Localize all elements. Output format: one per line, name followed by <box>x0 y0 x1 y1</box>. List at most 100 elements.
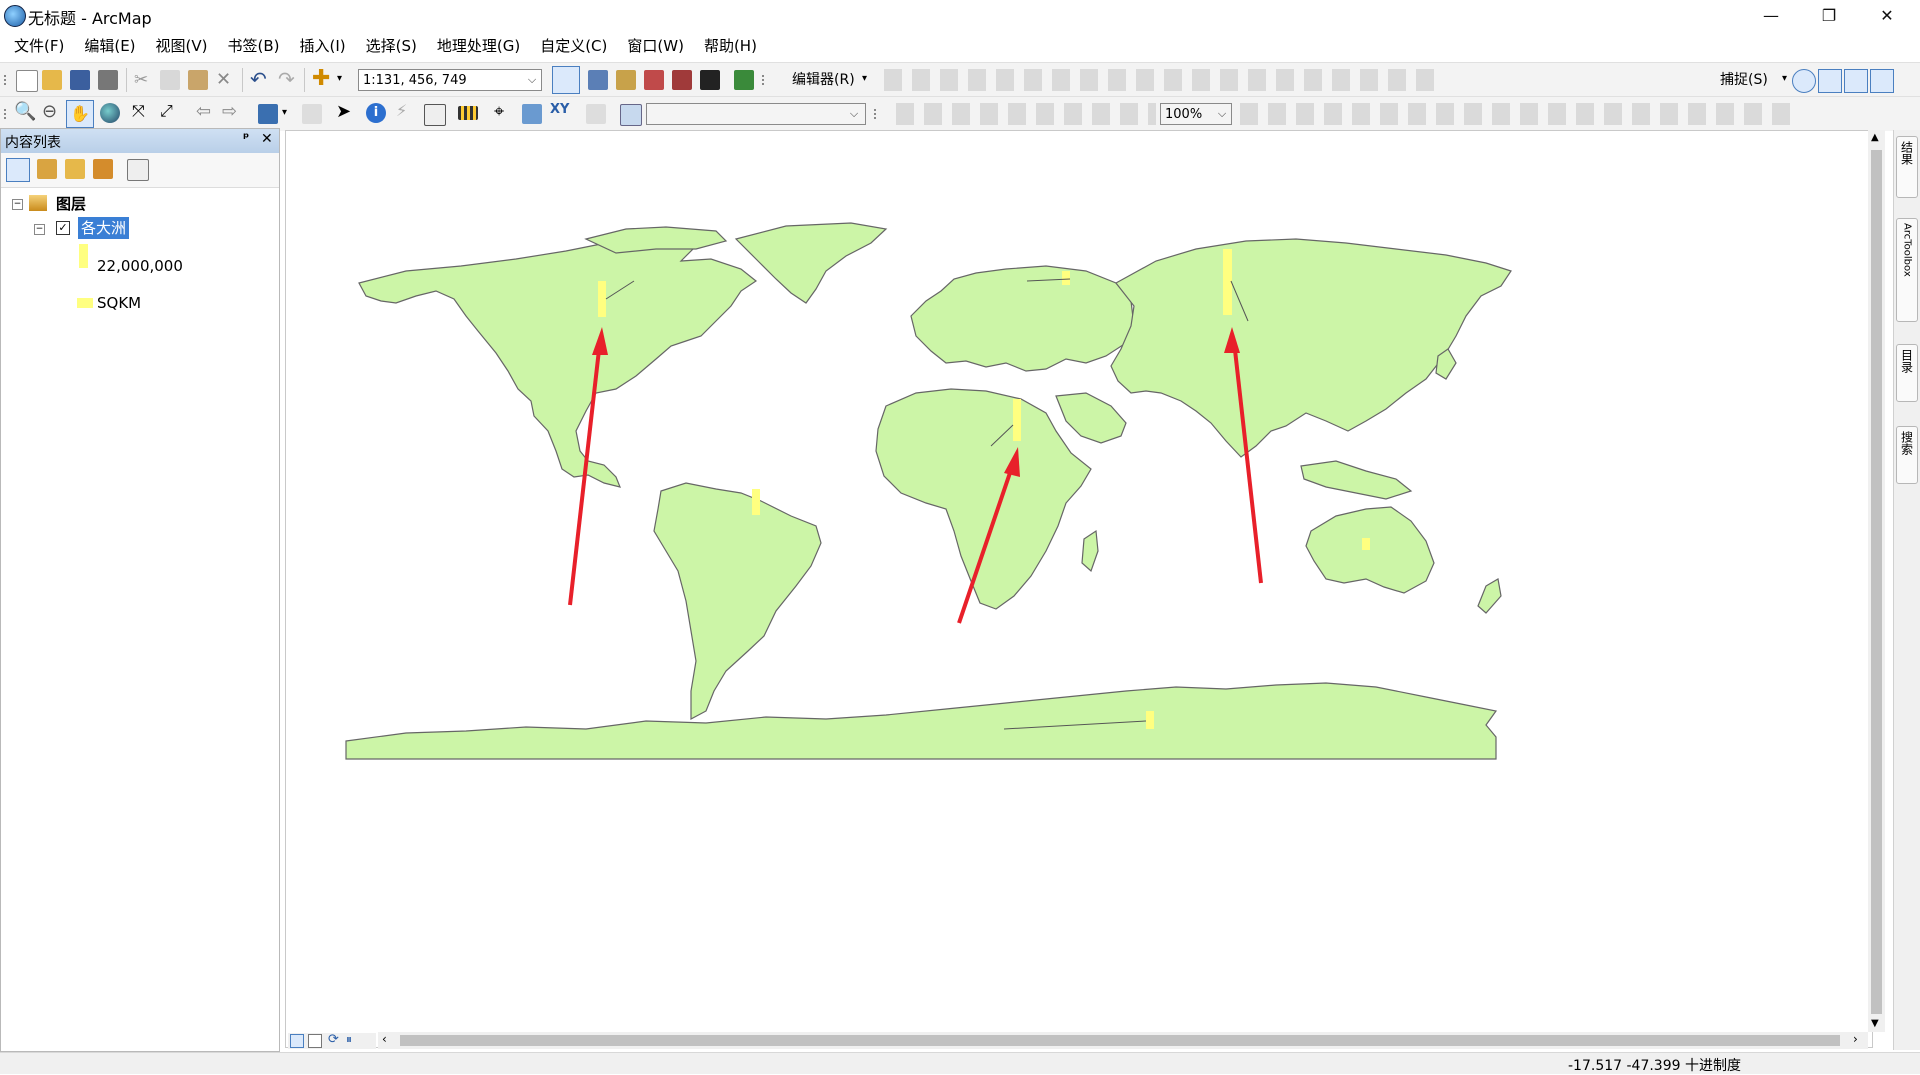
forward-extent-icon[interactable]: ⇨ <box>222 101 237 122</box>
full-extent-globe-icon[interactable] <box>100 103 120 123</box>
menu-edit[interactable]: 编辑(E) <box>74 32 145 60</box>
restore-button[interactable]: ❐ <box>1806 0 1852 30</box>
create-viewer-window-icon[interactable] <box>620 104 642 126</box>
menu-geoprocessing[interactable]: 地理处理(G) <box>427 32 530 60</box>
pan-hand-icon[interactable]: ✋ <box>66 100 94 128</box>
python-window-icon[interactable] <box>700 70 720 90</box>
end-snapping-icon[interactable] <box>1818 69 1842 93</box>
toolbar-grip[interactable] <box>4 109 12 119</box>
list-by-visibility-icon[interactable] <box>65 159 85 179</box>
menu-customize[interactable]: 自定义(C) <box>530 32 617 60</box>
select-elements-arrow-icon[interactable]: ➤ <box>336 101 351 122</box>
table-window-icon[interactable] <box>588 70 608 90</box>
data-view-icon[interactable] <box>290 1034 304 1048</box>
cut-icon[interactable]: ✂ <box>134 70 148 90</box>
menu-bookmarks[interactable]: 书签(B) <box>218 32 290 60</box>
search-dock-tab[interactable]: 搜索 <box>1896 426 1918 484</box>
menu-window[interactable]: 窗口(W) <box>617 32 694 60</box>
menu-file[interactable]: 文件(F) <box>4 32 74 60</box>
undo-icon[interactable]: ↶ <box>250 67 267 91</box>
back-extent-icon[interactable]: ⇦ <box>196 101 211 122</box>
scroll-up-icon[interactable]: ▲ <box>1871 132 1879 143</box>
fixed-zoom-in-icon[interactable]: ⤧ <box>132 101 145 121</box>
horizontal-scroll-thumb[interactable] <box>400 1035 1840 1046</box>
vertical-scroll-thumb[interactable] <box>1871 150 1882 1014</box>
html-popup-icon[interactable] <box>424 104 446 126</box>
arctoolbox-icon[interactable] <box>672 70 692 90</box>
toolbar-grip[interactable] <box>874 109 882 119</box>
chevron-down-icon[interactable]: ⌵ <box>1214 104 1230 124</box>
print-icon[interactable] <box>98 70 118 90</box>
layout-zoom-value: 100% <box>1165 107 1203 122</box>
menu-selection[interactable]: 选择(S) <box>356 32 427 60</box>
copy-icon[interactable] <box>160 70 180 90</box>
point-snapping-icon[interactable] <box>1792 69 1816 93</box>
map-scale-combo[interactable]: 1:131, 456, 749 <box>358 69 542 91</box>
select-dropdown-icon[interactable]: ▾ <box>282 107 287 118</box>
redo-icon[interactable]: ↷ <box>278 67 295 91</box>
clear-selection-icon[interactable] <box>302 104 322 124</box>
zoom-out-icon[interactable]: ⊖ <box>42 101 57 122</box>
new-document-icon[interactable] <box>16 70 38 92</box>
paste-icon[interactable] <box>188 70 208 90</box>
collapse-root-toggle[interactable]: − <box>12 199 23 210</box>
measure-icon[interactable] <box>458 106 478 120</box>
layers-root-label[interactable]: 图层 <box>56 193 86 214</box>
vertex-snapping-icon[interactable] <box>1844 69 1868 93</box>
select-features-icon[interactable] <box>258 104 278 124</box>
model-builder-icon[interactable] <box>734 70 754 90</box>
menu-help[interactable]: 帮助(H) <box>694 32 767 60</box>
identify-icon[interactable]: i <box>366 103 386 123</box>
options-icon[interactable] <box>127 159 149 181</box>
zoom-in-icon[interactable]: 🔍 <box>14 101 36 122</box>
close-button[interactable]: ✕ <box>1864 0 1910 30</box>
go-to-xy-icon[interactable]: XY <box>550 102 569 117</box>
arctoolbox-dock-tab[interactable]: ArcToolbox <box>1896 218 1918 322</box>
hyperlink-icon[interactable]: ⚡ <box>396 101 407 120</box>
toc-close-button[interactable]: ✕ <box>261 131 273 147</box>
minimize-button[interactable]: — <box>1748 0 1794 30</box>
chevron-down-icon[interactable]: ⌵ <box>524 70 540 90</box>
vertical-scrollbar[interactable]: ▲ ▼ <box>1868 130 1885 1032</box>
editor-menu-button[interactable]: 编辑器(R) <box>792 69 855 89</box>
results-dock-tab[interactable]: 结果 <box>1896 136 1918 198</box>
delete-icon[interactable]: ✕ <box>216 69 231 90</box>
list-by-drawing-order-icon[interactable] <box>6 158 30 182</box>
editor-dropdown-icon[interactable]: ▾ <box>862 73 867 84</box>
snapping-dropdown-icon[interactable]: ▾ <box>1782 73 1787 84</box>
editor-toolbar-toggle-icon[interactable] <box>552 66 580 94</box>
toolbar-grip[interactable] <box>4 75 12 85</box>
menu-insert[interactable]: 插入(I) <box>290 32 356 60</box>
add-data-dropdown-icon[interactable]: ▾ <box>337 73 342 84</box>
find-route-icon[interactable] <box>522 104 542 124</box>
refresh-icon[interactable]: ⟳ <box>328 1032 339 1047</box>
pause-drawing-icon[interactable]: ⏸ <box>346 1032 352 1047</box>
layout-view-icon[interactable] <box>308 1034 322 1048</box>
layer-name-continents[interactable]: 各大洲 <box>78 217 130 239</box>
scroll-left-icon[interactable]: ‹ <box>382 1032 387 1046</box>
list-by-source-icon[interactable] <box>37 159 57 179</box>
catalog-window-icon[interactable] <box>616 70 636 90</box>
catalog-dock-tab[interactable]: 目录 <box>1896 344 1918 402</box>
pin-icon[interactable]: ᵖ <box>243 131 249 146</box>
collapse-layer-toggle[interactable]: − <box>34 224 45 235</box>
search-window-icon[interactable] <box>644 70 664 90</box>
toolbar-grip[interactable] <box>762 75 770 85</box>
horizontal-scrollbar[interactable]: ‹ › <box>378 1032 1868 1049</box>
open-folder-icon[interactable] <box>42 70 62 90</box>
list-by-selection-icon[interactable] <box>93 159 113 179</box>
map-display[interactable] <box>285 130 1873 1048</box>
layer-combo[interactable] <box>646 103 866 125</box>
save-icon[interactable] <box>70 70 90 90</box>
menu-view[interactable]: 视图(V) <box>146 32 218 60</box>
fixed-zoom-out-icon[interactable]: ⤢ <box>160 101 173 121</box>
snapping-menu-button[interactable]: 捕捉(S) <box>1720 69 1768 89</box>
chevron-down-icon[interactable]: ⌵ <box>846 104 862 124</box>
find-binoculars-icon[interactable]: ⌖ <box>494 101 504 122</box>
time-slider-icon[interactable] <box>586 104 606 124</box>
add-data-icon[interactable]: ✚ <box>312 66 330 91</box>
edge-snapping-icon[interactable] <box>1870 69 1894 93</box>
scroll-down-icon[interactable]: ▼ <box>1871 1018 1879 1029</box>
scroll-right-icon[interactable]: › <box>1853 1032 1858 1046</box>
layer-visibility-checkbox[interactable]: ✓ <box>56 221 70 235</box>
